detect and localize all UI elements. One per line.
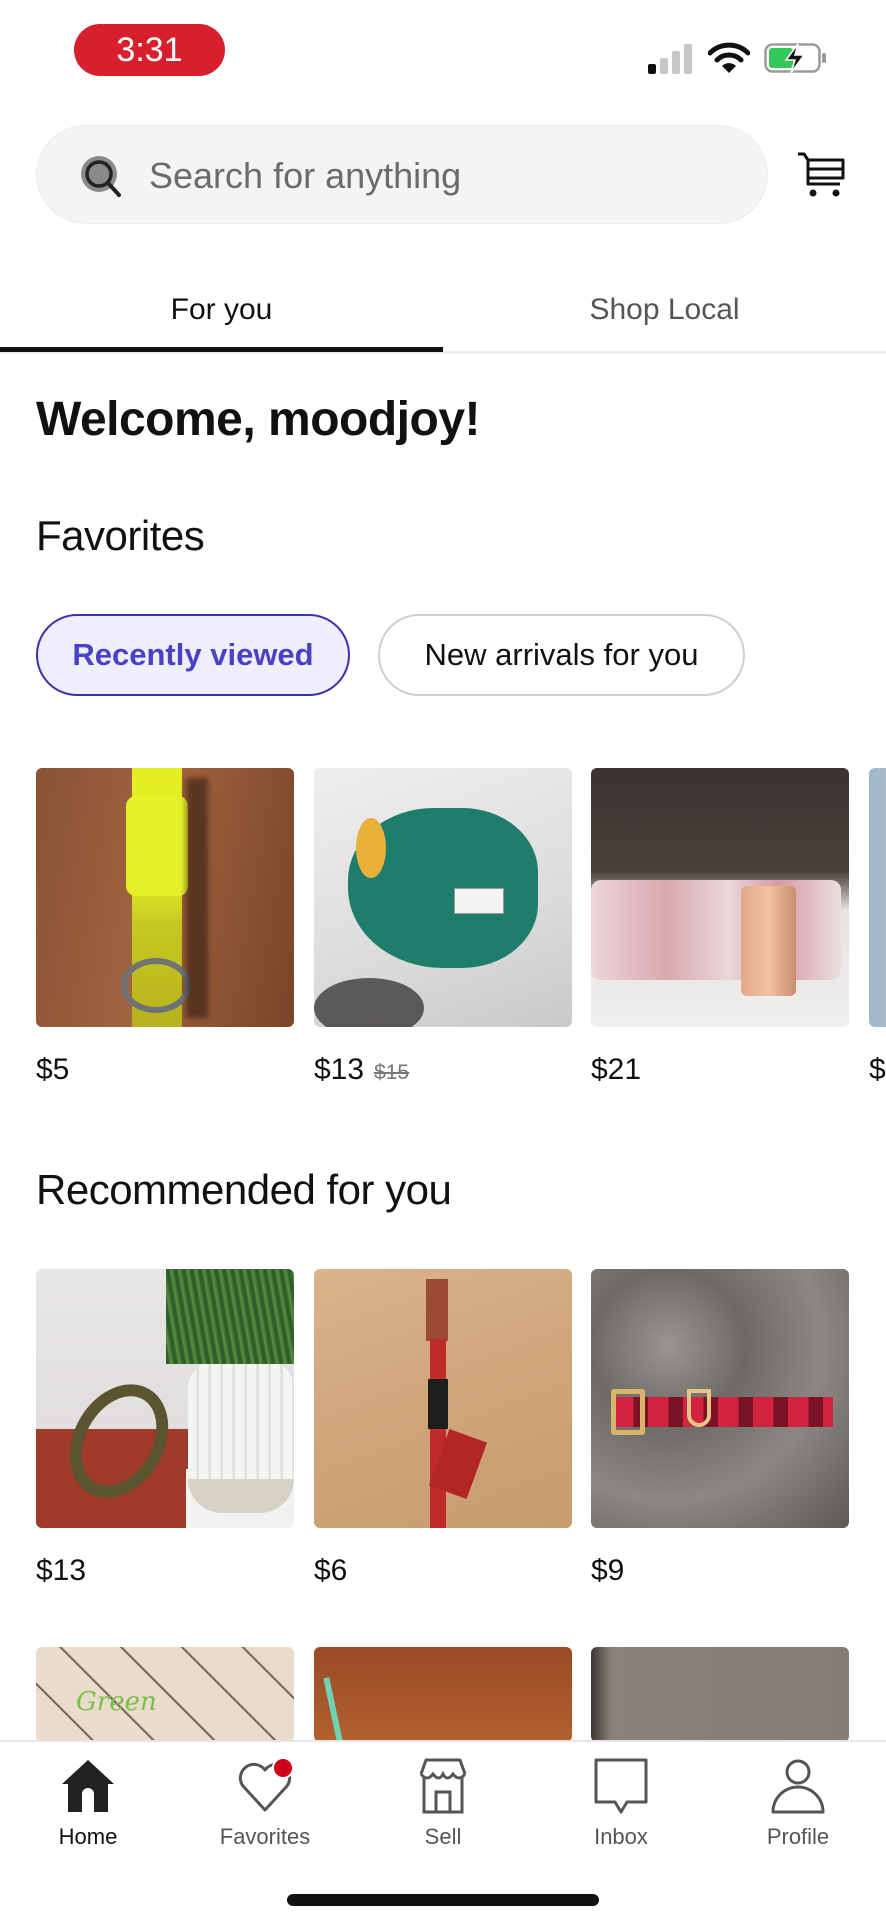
search-icon — [81, 156, 121, 197]
item-price: $9 — [591, 1554, 625, 1587]
chip-recently-viewed[interactable]: Recently viewed — [36, 614, 350, 696]
recommended-heading: Recommended for you — [36, 1166, 452, 1213]
home-icon — [62, 1760, 114, 1812]
item-price: $13 — [314, 1053, 365, 1086]
recommended-item-card[interactable]: $13 — [36, 1269, 294, 1588]
store-icon — [419, 1758, 467, 1814]
product-image[interactable] — [314, 768, 572, 1027]
product-image[interactable] — [314, 1647, 572, 1742]
tab-bar: For you Shop Local — [0, 262, 886, 354]
nav-label: Home — [58, 1824, 118, 1849]
status-bar: 3:31 — [0, 0, 886, 100]
nav-label: Profile — [766, 1824, 830, 1849]
profile-icon — [771, 1759, 825, 1814]
search-bar[interactable] — [36, 125, 768, 225]
recommended-item-card[interactable] — [591, 1647, 849, 1742]
item-price: $21 — [591, 1053, 642, 1086]
nav-sell[interactable]: Sell — [368, 1756, 518, 1866]
item-price: $5 — [36, 1053, 70, 1086]
bottom-nav: Home Favorites Sell Inbox Profile — [0, 1740, 886, 1920]
nav-favorites[interactable]: Favorites — [190, 1756, 340, 1866]
product-image[interactable] — [36, 1269, 294, 1528]
favorite-item-card[interactable]: $21 — [591, 768, 849, 1087]
chip-new-arrivals[interactable]: New arrivals for you — [378, 614, 745, 696]
recommended-item-card[interactable]: $9 — [591, 1269, 849, 1588]
product-image[interactable] — [591, 768, 849, 1027]
tab-shop-local[interactable]: Shop Local — [443, 262, 886, 354]
notification-badge — [272, 1757, 294, 1779]
inbox-icon — [594, 1758, 648, 1814]
recommended-item-card[interactable]: Green — [36, 1647, 294, 1742]
item-price: $6 — [314, 1554, 348, 1587]
item-price: $ — [869, 1053, 886, 1086]
home-indicator[interactable] — [287, 1894, 599, 1906]
nav-label: Inbox — [594, 1824, 648, 1849]
nav-inbox[interactable]: Inbox — [546, 1756, 696, 1866]
nav-label: Favorites — [219, 1824, 311, 1849]
heart-icon — [238, 1757, 294, 1812]
item-price: $13 — [36, 1554, 87, 1587]
product-image[interactable] — [591, 1647, 849, 1742]
recommended-item-card[interactable]: $6 — [314, 1269, 572, 1588]
product-image[interactable] — [869, 768, 886, 1027]
welcome-heading: Welcome, moodjoy! — [36, 393, 481, 446]
recommended-item-card[interactable] — [314, 1647, 572, 1742]
search-input[interactable] — [149, 126, 739, 225]
favorites-heading: Favorites — [36, 512, 205, 559]
battery-charging-icon — [764, 43, 826, 74]
wifi-icon — [708, 42, 750, 73]
favorite-item-card[interactable]: $ — [869, 768, 886, 1087]
item-original-price: $15 — [374, 1061, 410, 1084]
active-tab-indicator — [0, 347, 443, 352]
cart-icon[interactable] — [796, 150, 846, 200]
nav-home[interactable]: Home — [13, 1756, 163, 1866]
product-image[interactable] — [36, 768, 294, 1027]
status-time: 3:31 — [74, 24, 225, 76]
signal-icon — [648, 44, 692, 74]
tab-for-you[interactable]: For you — [0, 262, 443, 354]
favorite-item-card[interactable]: $5 — [36, 768, 294, 1087]
nav-profile[interactable]: Profile — [723, 1756, 873, 1866]
product-image[interactable] — [314, 1269, 572, 1528]
nav-label: Sell — [424, 1824, 462, 1849]
product-image[interactable] — [591, 1269, 849, 1528]
product-image[interactable]: Green — [36, 1647, 294, 1742]
favorite-item-card[interactable]: $13 $15 — [314, 768, 572, 1087]
